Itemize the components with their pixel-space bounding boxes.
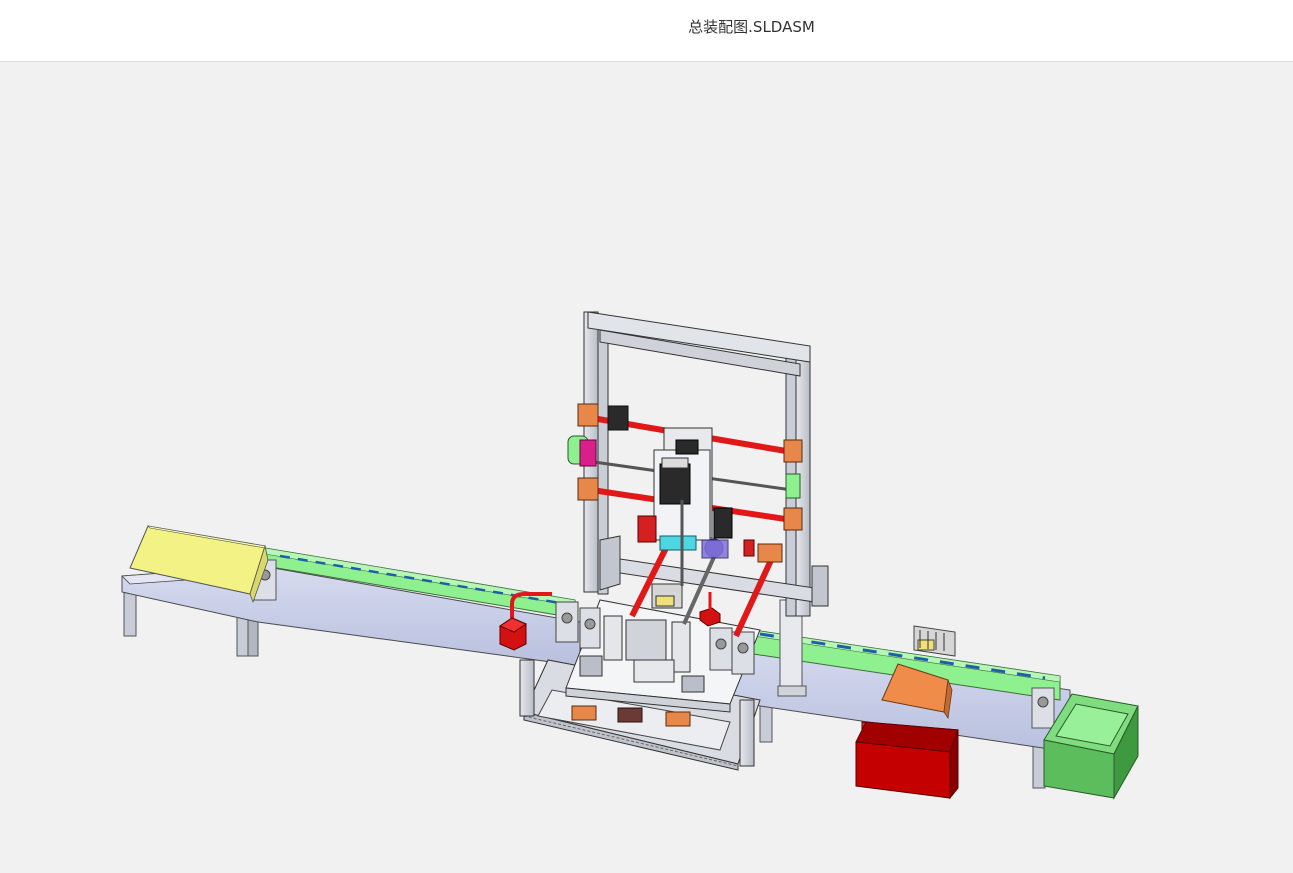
title-bar: 总装配图.SLDASM <box>0 0 1293 62</box>
3d-viewport[interactable] <box>0 62 1293 873</box>
slide-block <box>913 625 956 657</box>
window-title: 总装配图.SLDASM <box>688 18 815 36</box>
assembly-model[interactable] <box>0 62 1293 873</box>
red-bin <box>855 721 959 800</box>
